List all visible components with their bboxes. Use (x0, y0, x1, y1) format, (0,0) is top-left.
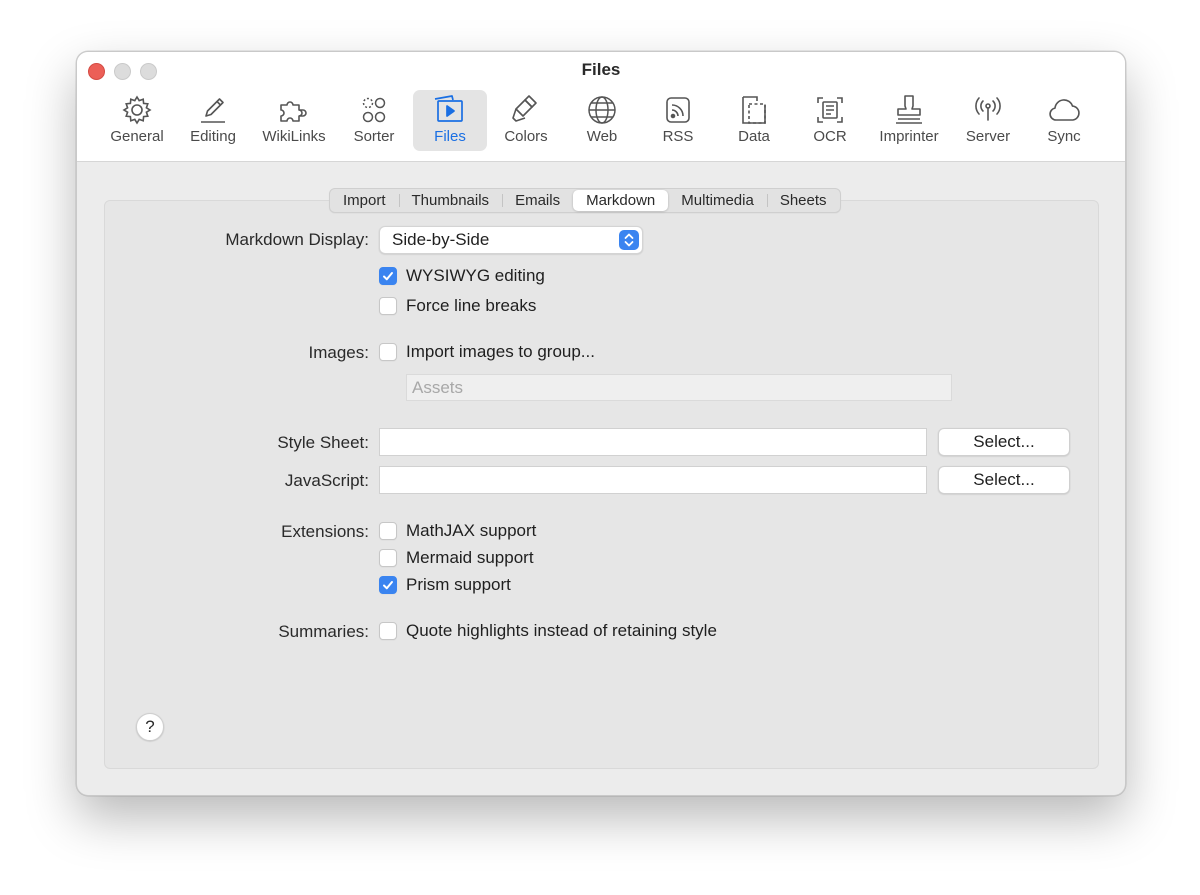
images-group-field: Assets (406, 374, 952, 401)
force-line-breaks-checkbox[interactable] (379, 297, 397, 315)
summaries-label: Summaries: (278, 622, 369, 641)
stamp-icon (891, 93, 927, 127)
chevron-updown-icon (619, 230, 639, 250)
puzzle-icon (276, 93, 312, 127)
markdown-display-popup[interactable]: Side-by-Side (379, 226, 643, 254)
javascript-label: JavaScript: (284, 471, 369, 490)
ocr-icon (812, 93, 848, 127)
import-images-label: Import images to group... (406, 342, 595, 361)
javascript-field[interactable] (379, 466, 927, 494)
tab-emails[interactable]: Emails (502, 189, 573, 212)
tab-markdown[interactable]: Markdown (573, 190, 669, 211)
toolbar-imprinter[interactable]: Imprinter (872, 90, 946, 151)
toolbar-rss[interactable]: RSS (641, 90, 715, 151)
toolbar-editing[interactable]: Editing (176, 90, 250, 151)
cloud-icon (1046, 93, 1082, 127)
wysiwyg-label: WYSIWYG editing (406, 266, 545, 285)
gear-icon (119, 93, 155, 127)
checkmark-icon (383, 272, 393, 281)
globe-icon (584, 93, 620, 127)
window-title: Files (581, 60, 621, 79)
style-sheet-field[interactable] (379, 428, 927, 456)
checkmark-icon (383, 581, 393, 590)
force-line-breaks-label: Force line breaks (406, 296, 537, 315)
tab-thumbnails[interactable]: Thumbnails (398, 189, 503, 212)
toolbar-label: Editing (190, 128, 236, 145)
toolbar-data[interactable]: Data (717, 90, 791, 151)
tab-import[interactable]: Import (330, 189, 399, 212)
toolbar-wikilinks[interactable]: WikiLinks (257, 90, 331, 151)
import-images-checkbox[interactable] (379, 343, 397, 361)
pencil-icon (195, 93, 231, 127)
toolbar-server[interactable]: Server (951, 90, 1025, 151)
quote-highlights-checkbox[interactable] (379, 622, 397, 640)
prism-checkbox[interactable] (379, 576, 397, 594)
toolbar-web[interactable]: Web (565, 90, 639, 151)
toolbar-files[interactable]: Files (413, 90, 487, 151)
toolbar-ocr[interactable]: OCR (793, 90, 867, 151)
antenna-icon (970, 93, 1006, 127)
mathjax-label: MathJAX support (406, 521, 537, 540)
style-sheet-label: Style Sheet: (277, 433, 369, 452)
toolbar-sync[interactable]: Sync (1027, 90, 1101, 151)
tab-sheets[interactable]: Sheets (766, 189, 840, 212)
toolbar-colors[interactable]: Colors (489, 90, 563, 151)
javascript-select-button[interactable]: Select... (938, 466, 1070, 494)
files-icon (432, 93, 468, 127)
paintbrush-icon (508, 93, 544, 127)
images-label: Images: (308, 343, 369, 362)
title-bar: Files General Editing WikiLinks Sorter F… (77, 52, 1125, 162)
prism-label: Prism support (406, 575, 511, 594)
tab-bar: Import Thumbnails Emails Markdown Multim… (329, 188, 841, 213)
help-button[interactable]: ? (136, 713, 164, 741)
extensions-label: Extensions: (281, 522, 369, 541)
data-icon (736, 93, 772, 127)
tab-multimedia[interactable]: Multimedia (668, 189, 767, 212)
rss-icon (660, 93, 696, 127)
markdown-display-value: Side-by-Side (392, 230, 490, 249)
mermaid-label: Mermaid support (406, 548, 534, 567)
toolbar-general[interactable]: General (100, 90, 174, 151)
quote-highlights-label: Quote highlights instead of retaining st… (406, 621, 717, 640)
mermaid-checkbox[interactable] (379, 549, 397, 567)
toolbar-label: Sync (1047, 128, 1081, 145)
markdown-display-label: Markdown Display: (225, 230, 369, 249)
sorter-icon (356, 93, 392, 127)
mathjax-checkbox[interactable] (379, 522, 397, 540)
style-sheet-select-button[interactable]: Select... (938, 428, 1070, 456)
toolbar-sorter[interactable]: Sorter (337, 90, 411, 151)
preferences-window: Files General Editing WikiLinks Sorter F… (76, 51, 1126, 796)
wysiwyg-checkbox[interactable] (379, 267, 397, 285)
